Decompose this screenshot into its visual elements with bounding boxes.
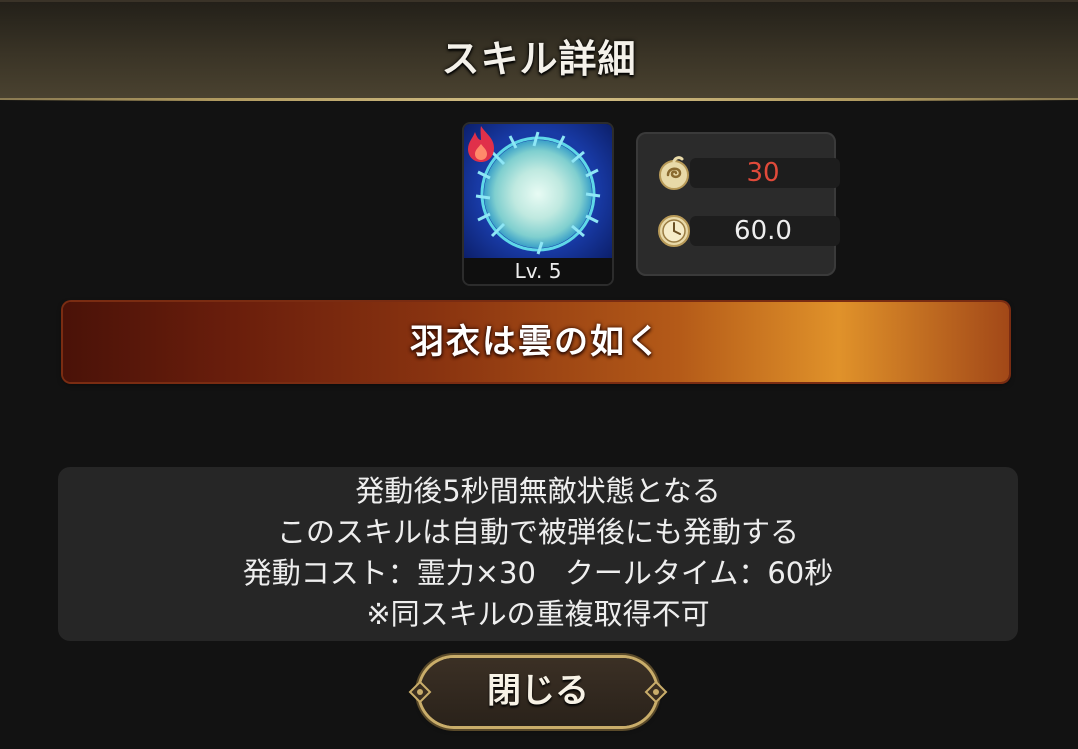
cooldown-value: 60.0 [734,216,792,246]
cost-stat-bar: 30 [690,158,840,188]
cost-stat-row: 30 [656,156,840,190]
dialog-header: スキル詳細 [0,2,1078,100]
cooldown-stat-bar: 60.0 [690,216,840,246]
skill-stats-panel: 30 60.0 [636,132,840,276]
close-button[interactable]: 閉じる [408,658,668,726]
stopwatch-icon [658,215,690,247]
cooldown-stat-row: 60.0 [656,214,840,248]
description-line: 発動コスト：霊力×30 クールタイム：60秒 [242,556,834,590]
skill-name-banner: 羽衣は雲の如く [63,302,1009,382]
ornament-right-icon [644,680,668,704]
description-line: このスキルは自動で被弾後にも発動する [276,515,799,549]
description-line: ※同スキルの重複取得不可 [366,597,710,631]
close-button-label: 閉じる [487,671,589,711]
dialog-title: スキル詳細 [441,37,637,81]
skill-name: 羽衣は雲の如く [410,322,662,362]
skill-detail-dialog: スキル詳細 Lv. 5 30 60.0 羽衣は雲の如く 発動後5秒間無敵状態とな… [0,0,1078,749]
description-line: 発動後5秒間無敵状態となる [355,474,721,508]
spirit-cost-icon [659,156,689,190]
skill-icon-card: Lv. 5 [464,124,612,284]
fire-element-icon [468,126,494,162]
skill-level-label: Lv. 5 [464,258,612,284]
skill-description-box: 発動後5秒間無敵状態となる このスキルは自動で被弾後にも発動する 発動コスト：霊… [58,467,1018,641]
ice-orb-skill-icon [464,124,612,258]
cost-value: 30 [746,158,780,188]
header-divider [0,98,1078,101]
